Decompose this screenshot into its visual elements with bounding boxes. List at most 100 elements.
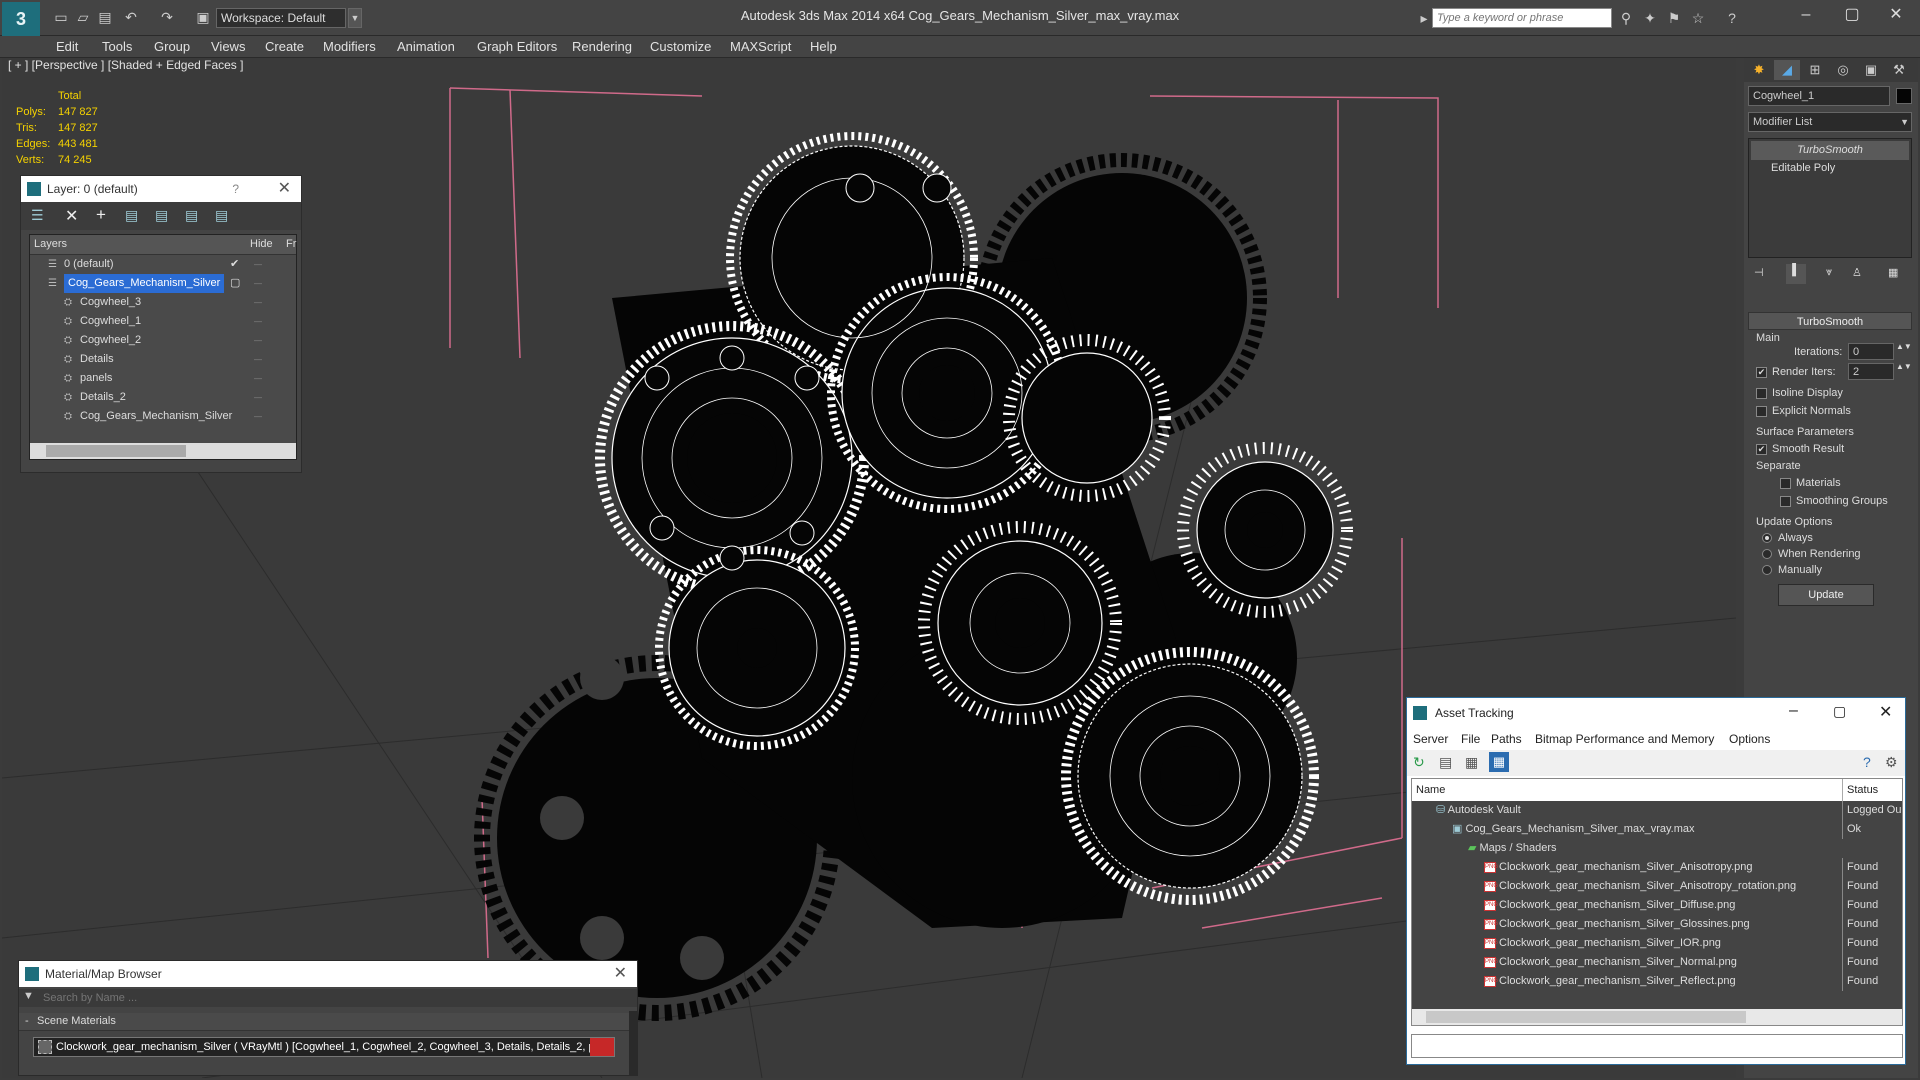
asset-row[interactable]: ⛁ Autodesk Vault Logged Ou xyxy=(1412,801,1902,820)
vertical-scrollbar[interactable] xyxy=(629,1011,637,1075)
display-tab-icon[interactable]: ▣ xyxy=(1858,60,1884,80)
layer-row[interactable]: ⛭ Details_2 — xyxy=(30,388,296,407)
separate-materials-checkbox[interactable] xyxy=(1780,478,1791,489)
asset-row[interactable]: ▰ Maps / Shaders xyxy=(1412,839,1902,858)
layer-row[interactable]: ⛭ Cog_Gears_Mechanism_Silver — xyxy=(30,407,296,426)
turbosmooth-rollout[interactable]: TurboSmooth xyxy=(1748,312,1912,330)
menu-help[interactable]: Help xyxy=(810,39,837,54)
maximize-button[interactable]: ▢ xyxy=(1833,703,1846,720)
menu-maxscript[interactable]: MAXScript xyxy=(730,39,791,54)
save-icon[interactable]: ▤ xyxy=(96,8,114,26)
layer-row[interactable]: ⛭ Cogwheel_3 — xyxy=(30,293,296,312)
menu-graph-editors[interactable]: Graph Editors xyxy=(477,39,557,54)
modifier-list-dropdown[interactable]: Modifier List ▼ xyxy=(1748,112,1912,132)
hide-toggle[interactable]: — xyxy=(254,312,262,331)
asset-path-field[interactable] xyxy=(1411,1034,1903,1058)
list-view-icon[interactable]: ▤ xyxy=(1439,754,1452,771)
remove-modifier-icon[interactable]: ♙ xyxy=(1852,266,1862,279)
asset-menu-file[interactable]: File xyxy=(1461,732,1480,746)
material-browser-title[interactable]: Material/Map Browser ✕ xyxy=(19,961,637,987)
menu-rendering[interactable]: Rendering xyxy=(572,39,632,54)
minimize-button[interactable]: – xyxy=(1789,702,1798,720)
help-icon[interactable]: ? xyxy=(1722,8,1742,28)
new-layer-icon[interactable]: ☰ xyxy=(31,207,44,224)
close-icon[interactable]: ✕ xyxy=(278,176,291,202)
menu-modifiers[interactable]: Modifiers xyxy=(323,39,376,54)
hide-toggle[interactable]: — xyxy=(254,369,262,388)
help-icon[interactable]: ? xyxy=(1863,754,1871,770)
update-manually-radio[interactable] xyxy=(1762,565,1772,575)
material-search-input[interactable] xyxy=(39,989,629,1007)
asset-row[interactable]: PNGClockwork_gear_mechanism_Silver_Norma… xyxy=(1412,953,1902,972)
communication-icon[interactable]: ⚑ xyxy=(1664,8,1684,28)
current-layer-box-icon[interactable]: ▢ xyxy=(230,274,240,293)
hide-toggle[interactable]: — xyxy=(254,350,262,369)
app-menu-button[interactable]: 3 xyxy=(2,2,40,36)
redo-icon[interactable]: ↷ xyxy=(158,8,176,26)
render-iters-spinner[interactable]: ▲▼ xyxy=(1896,362,1912,371)
hide-toggle[interactable]: — xyxy=(254,255,262,274)
delete-layer-icon[interactable]: ✕ xyxy=(65,206,78,226)
new-file-icon[interactable]: ▭ xyxy=(52,8,70,26)
hide-toggle[interactable]: — xyxy=(254,331,262,350)
col-freeze[interactable]: Fr xyxy=(286,238,296,250)
render-iters-input[interactable] xyxy=(1848,363,1894,380)
close-button[interactable]: ✕ xyxy=(1879,702,1892,722)
hide-toggle[interactable]: — xyxy=(254,388,262,407)
isoline-display-checkbox[interactable] xyxy=(1756,388,1767,399)
favorites-star-icon[interactable]: ☆ xyxy=(1688,8,1708,28)
menu-edit[interactable]: Edit xyxy=(56,39,78,54)
layer-row[interactable]: ⛭ Cogwheel_1 — xyxy=(30,312,296,331)
close-button[interactable]: ✕ xyxy=(1876,4,1916,26)
col-status[interactable]: Status xyxy=(1842,779,1878,801)
hide-toggle[interactable]: — xyxy=(254,274,262,293)
update-button[interactable]: Update xyxy=(1778,584,1874,606)
update-when-rendering-radio[interactable] xyxy=(1762,549,1772,559)
workspace-dropdown[interactable]: Workspace: Default xyxy=(216,8,346,28)
layer-row[interactable]: ⛭ Cogwheel_2 — xyxy=(30,331,296,350)
hierarchy-tab-icon[interactable]: ⊞ xyxy=(1802,60,1828,80)
make-unique-icon[interactable]: ⩔ xyxy=(1826,266,1832,279)
binoculars-icon[interactable]: ⚲ xyxy=(1616,8,1636,28)
menu-group[interactable]: Group xyxy=(154,39,190,54)
show-end-result-icon[interactable]: ▌ xyxy=(1786,264,1806,284)
asset-menu-options[interactable]: Options xyxy=(1729,732,1770,746)
scene-materials-group[interactable]: - Scene Materials xyxy=(19,1013,631,1031)
smoothing-groups-checkbox[interactable] xyxy=(1780,496,1791,507)
update-always-radio[interactable] xyxy=(1762,533,1772,543)
layer-row[interactable]: ☰ 0 (default) — ✔ xyxy=(30,255,296,274)
hide-toggle[interactable]: — xyxy=(254,293,262,312)
chevron-down-icon[interactable]: ▼ xyxy=(348,8,362,28)
stack-item-editable-poly[interactable]: Editable Poly xyxy=(1751,159,1909,178)
layer-dialog-title[interactable]: Layer: 0 (default) ? ✕ xyxy=(21,176,301,202)
layer-row[interactable]: ☰ Cog_Gears_Mechanism_Silver — ▢ xyxy=(30,274,296,293)
asset-horizontal-scrollbar[interactable] xyxy=(1412,1009,1902,1025)
asset-row[interactable]: PNGClockwork_gear_mechanism_Silver_Gloss… xyxy=(1412,915,1902,934)
layer-row[interactable]: ⛭ panels — xyxy=(30,369,296,388)
freeze-all-icon[interactable]: ▤ xyxy=(215,207,228,224)
maximize-button[interactable]: ▢ xyxy=(1832,4,1872,26)
asset-row[interactable]: ▣ Cog_Gears_Mechanism_Silver_max_vray.ma… xyxy=(1412,820,1902,839)
asset-row[interactable]: PNGClockwork_gear_mechanism_Silver_Diffu… xyxy=(1412,896,1902,915)
select-objects-icon[interactable]: ▤ xyxy=(125,207,138,224)
filter-dropdown-icon[interactable]: ▼ xyxy=(23,990,34,1002)
utilities-tab-icon[interactable]: ⚒ xyxy=(1886,60,1912,80)
help-icon[interactable]: ? xyxy=(232,176,239,202)
asset-row[interactable]: PNGClockwork_gear_mechanism_Silver_Aniso… xyxy=(1412,877,1902,896)
col-layers[interactable]: Layers xyxy=(34,238,67,250)
collapse-icon[interactable]: - xyxy=(25,1015,29,1027)
viewport-label[interactable]: [ + ] [Perspective ] [Shaded + Edged Fac… xyxy=(8,58,243,72)
create-tab-icon[interactable]: ✸ xyxy=(1746,60,1772,80)
modify-tab-icon[interactable]: ◢ xyxy=(1774,60,1800,80)
asset-menu-paths[interactable]: Paths xyxy=(1491,732,1522,746)
open-file-icon[interactable]: ▱ xyxy=(74,8,92,26)
hide-all-icon[interactable]: ▤ xyxy=(185,207,198,224)
highlight-layer-icon[interactable]: ▤ xyxy=(155,207,168,224)
menu-views[interactable]: Views xyxy=(211,39,245,54)
asset-row[interactable]: PNGClockwork_gear_mechanism_Silver_IOR.p… xyxy=(1412,934,1902,953)
project-folder-icon[interactable]: ▣ xyxy=(194,8,212,26)
menu-tools[interactable]: Tools xyxy=(102,39,132,54)
menu-customize[interactable]: Customize xyxy=(650,39,711,54)
object-color-swatch[interactable] xyxy=(1896,88,1912,104)
close-icon[interactable]: ✕ xyxy=(614,961,627,987)
